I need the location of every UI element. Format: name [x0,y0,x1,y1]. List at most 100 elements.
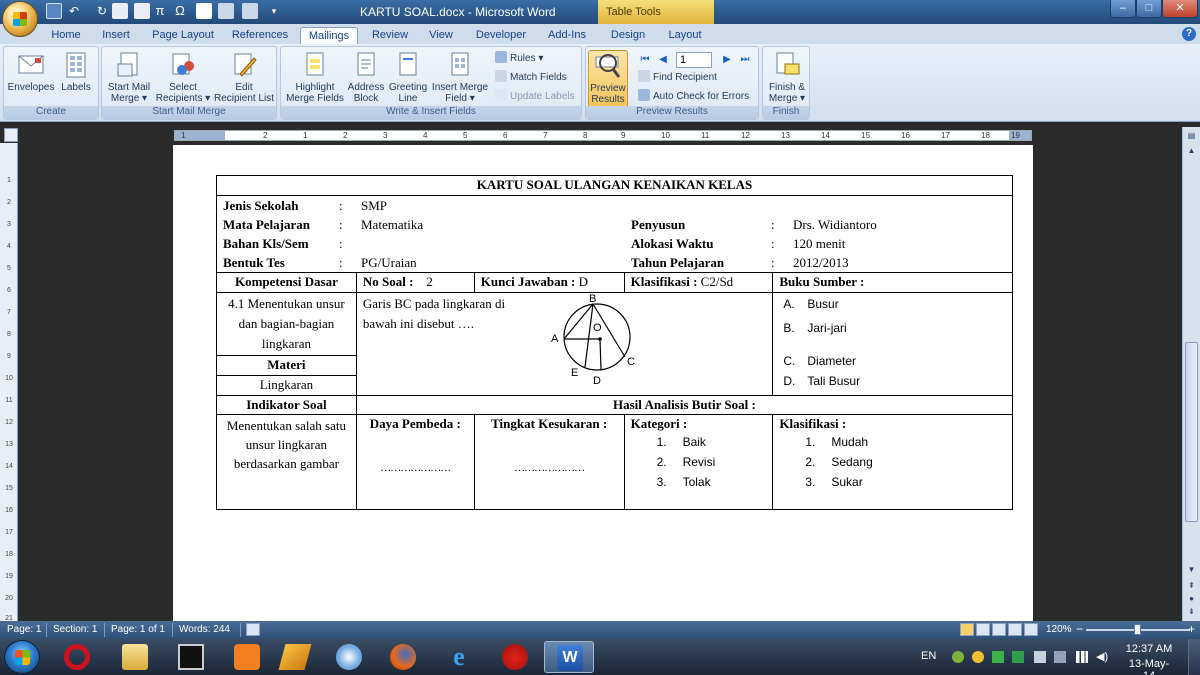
zoom-in-icon[interactable]: + [1188,622,1195,636]
labels-button[interactable]: Labels [56,50,96,108]
clock-time[interactable]: 12:37 AM [1123,643,1175,655]
tray-icon[interactable] [992,651,1004,663]
tab-home[interactable]: Home [44,27,88,44]
print-icon[interactable] [112,3,128,19]
status-page-of[interactable]: Page: 1 of 1 [111,624,165,635]
taskbar-firefox[interactable] [378,641,428,673]
zoom-out-icon[interactable]: − [1076,622,1083,636]
tray-icon[interactable] [972,651,984,663]
auto-check-errors-button[interactable]: Auto Check for Errors [638,89,749,105]
find-recipient-button[interactable]: Find Recipient [638,70,717,86]
finish-merge-button[interactable]: Finish & Merge ▾ [765,50,809,108]
update-labels-button[interactable]: Update Labels [495,89,575,105]
volume-icon[interactable]: ◀) [1096,651,1108,663]
new-document-icon[interactable] [196,3,212,19]
tab-selector[interactable] [4,128,18,142]
start-mail-merge-button[interactable]: Start Mail Merge ▾ [104,50,154,108]
horizontal-ruler[interactable]: 1 2 1 2 3 4 5 6 7 8 9 10 11 12 13 14 15 … [0,127,1200,143]
tray-icon[interactable] [1012,651,1024,663]
tab-layout[interactable]: Layout [664,27,706,44]
show-desktop-button[interactable] [1188,639,1200,675]
greeting-line-button[interactable]: Greeting Line [387,50,429,108]
ruler-strip[interactable]: 1 2 1 2 3 4 5 6 7 8 9 10 11 12 13 14 15 … [174,130,1032,141]
print-layout-view-icon[interactable] [960,623,974,636]
browse-object-icon[interactable]: ● [1185,592,1198,605]
web-layout-view-icon[interactable] [992,623,1006,636]
taskbar-angry-birds[interactable] [490,641,540,673]
vertical-scrollbar[interactable]: ▤ ▲ ▼ ⇞ ● ⇟ [1182,127,1200,621]
document-page[interactable]: KARTU SOAL ULANGAN KENAIKAN KELAS Jenis … [173,145,1033,621]
taskbar-xampp[interactable] [222,641,272,673]
format-icon[interactable] [242,3,258,19]
status-words[interactable]: Words: 244 [179,624,230,635]
equation-icon[interactable]: π [152,3,168,19]
tab-review[interactable]: Review [366,27,414,44]
tab-add-ins[interactable]: Add-Ins [542,27,592,44]
previous-record-icon[interactable]: ◀ [656,53,670,67]
save-icon[interactable] [46,3,62,19]
highlight-merge-fields-button[interactable]: Highlight Merge Fields [283,50,347,108]
tray-icon[interactable] [1034,651,1046,663]
match-fields-button[interactable]: Match Fields [495,70,567,86]
proofing-icon[interactable] [246,623,260,636]
start-button[interactable] [4,640,40,674]
vertical-ruler[interactable]: 1 2 3 4 5 6 7 8 9 10 11 12 13 14 15 16 1… [0,143,18,622]
minimize-button[interactable]: – [1110,0,1136,18]
previous-page-icon[interactable]: ⇞ [1185,579,1198,592]
first-record-icon[interactable]: ⏮ [638,53,652,67]
tab-references[interactable]: References [228,27,292,44]
tab-design[interactable]: Design [606,27,650,44]
envelopes-button[interactable]: Envelopes [7,50,55,108]
taskbar-winamp[interactable] [270,641,320,673]
outline-view-icon[interactable] [1008,623,1022,636]
address-block-button[interactable]: Address Block [345,50,387,108]
scroll-thumb[interactable] [1185,342,1198,522]
print-preview-icon[interactable] [134,3,150,19]
redo-icon[interactable]: ↻ [94,3,110,19]
last-record-icon[interactable]: ⏭ [738,53,752,67]
kartu-soal-table[interactable]: KARTU SOAL ULANGAN KENAIKAN KELAS Jenis … [216,175,1014,510]
help-icon[interactable]: ? [1182,27,1196,41]
tab-view[interactable]: View [424,27,458,44]
scroll-down-icon[interactable]: ▼ [1185,563,1198,576]
taskbar-opera[interactable] [52,641,102,673]
taskbar-ie[interactable]: e [434,641,484,673]
close-button[interactable]: ✕ [1162,0,1198,18]
customize-qat-icon[interactable]: ▾ [266,3,282,19]
symbol-icon[interactable]: Ω [172,3,188,19]
bullets-icon[interactable] [218,3,234,19]
tab-developer[interactable]: Developer [470,27,532,44]
next-record-icon[interactable]: ▶ [720,53,734,67]
tab-page-layout[interactable]: Page Layout [148,27,218,44]
tab-insert[interactable]: Insert [96,27,136,44]
full-screen-view-icon[interactable] [976,623,990,636]
tray-icon[interactable] [952,651,964,663]
select-recipients-button[interactable]: Select Recipients ▾ [154,50,212,108]
status-page[interactable]: Page: 1 [7,624,41,635]
next-page-icon[interactable]: ⇟ [1185,605,1198,618]
edit-recipient-list-button[interactable]: Edit Recipient List [212,50,276,108]
tab-mailings[interactable]: Mailings [300,27,358,44]
status-section[interactable]: Section: 1 [53,624,97,635]
taskbar-explorer[interactable] [110,641,160,673]
action-center-icon[interactable] [1054,651,1066,663]
taskbar-paint[interactable] [324,641,374,673]
clock-date[interactable]: 13-May-14 [1123,658,1175,675]
language-indicator[interactable]: EN [921,650,936,662]
undo-icon[interactable]: ↶ [66,3,82,19]
scroll-up-icon[interactable]: ▲ [1185,144,1198,157]
preview-results-button[interactable]: Preview Results [588,50,628,108]
network-icon[interactable] [1076,651,1088,663]
maximize-button[interactable]: □ [1136,0,1162,18]
zoom-slider-thumb[interactable] [1134,624,1141,635]
office-button[interactable] [2,1,38,37]
record-number-input[interactable] [676,52,712,68]
taskbar-cmd[interactable] [166,641,216,673]
taskbar-word[interactable]: W [544,641,594,673]
document-area[interactable]: KARTU SOAL ULANGAN KENAIKAN KELAS Jenis … [18,143,1182,621]
zoom-level[interactable]: 120% [1046,624,1072,635]
insert-merge-field-button[interactable]: Insert Merge Field ▾ [429,50,491,108]
ruler-toggle-icon[interactable]: ▤ [1185,129,1198,142]
rules-button[interactable]: Rules ▾ [495,51,543,67]
draft-view-icon[interactable] [1024,623,1038,636]
